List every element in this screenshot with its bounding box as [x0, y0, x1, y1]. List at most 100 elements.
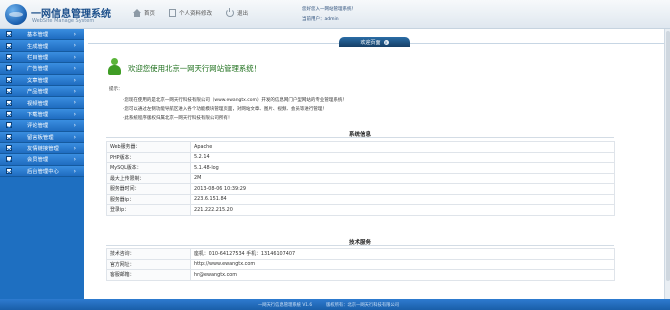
checkbox-icon	[6, 65, 12, 72]
footer: 一网天行信息管理系统 V1.6 版权所有：北京一网天行科技有限公司	[0, 299, 670, 310]
tip-item: ·您可以通过左侧功能导航区进入各个功能模块管理页面，对网站文章、图片、视频、会员…	[123, 107, 327, 112]
logo-icon	[5, 4, 27, 25]
chevron-right-icon: ›	[73, 144, 76, 152]
table-value: 2M	[190, 172, 615, 184]
checkbox-icon	[6, 88, 12, 95]
power-icon	[226, 8, 234, 17]
tips-label: 提示：	[109, 87, 123, 92]
checkbox-icon	[6, 99, 12, 106]
sidebar-item-downloads[interactable]: 下载管理 ›	[0, 108, 84, 121]
table-row: 最大上传限制： 2M	[106, 172, 615, 184]
chevron-right-icon: ›	[73, 42, 76, 50]
nav-logout-link[interactable]: 退出	[226, 8, 249, 17]
nav-home-link[interactable]: 首页	[133, 9, 155, 17]
sidebar-item-members[interactable]: 会员管理 ›	[0, 154, 84, 166]
table-key: 服务器ip：	[106, 193, 191, 205]
sidebar-item-links[interactable]: 友情链接管理 ›	[0, 142, 84, 155]
chevron-right-icon: ›	[73, 156, 76, 164]
checkbox-icon	[6, 76, 12, 83]
tab-welcome-label: 欢迎页面	[360, 39, 381, 46]
sidebar-item-generate[interactable]: 生成管理 ›	[0, 40, 84, 52]
table-key: 技术咨询：	[106, 248, 191, 260]
close-icon[interactable]: ×	[383, 39, 389, 45]
nav-logout-label: 退出	[237, 11, 249, 17]
table-key: PHP版本：	[106, 151, 191, 163]
nav-profile-link[interactable]: 个人资料修改	[169, 9, 212, 17]
sidebar-item-columns[interactable]: 栏目管理 ›	[0, 51, 84, 64]
sidebar-item-admin-center[interactable]: 后台管理中心 ›	[0, 165, 84, 178]
table-row: PHP版本： 5.2.14	[106, 151, 615, 163]
table-value: 223.6.151.84	[190, 193, 615, 205]
checkbox-icon	[6, 122, 12, 129]
table-value: 2013-08-06 10:39:29	[190, 183, 615, 195]
table-row: 官方网址： http://www.ewangtx.com	[106, 258, 615, 270]
sidebar-item-ads[interactable]: 广告管理 ›	[0, 63, 84, 75]
chevron-right-icon: ›	[73, 76, 76, 84]
sidebar-item-basic[interactable]: 基本管理 ›	[0, 29, 84, 41]
table-value: 5.1.48-log	[190, 162, 615, 174]
table-key: Web服务器：	[106, 141, 191, 153]
table-row: 服务器时间： 2013-08-06 10:39:29	[106, 183, 615, 195]
sidebar-item-videos[interactable]: 视频管理 ›	[0, 97, 84, 109]
tech-support-table: 技术咨询： 座机：010-64127534 手机：13146107407 官方网址…	[106, 248, 615, 281]
footer-version-text: 一网天行信息管理系统 V1.6	[258, 303, 313, 308]
checkbox-icon	[6, 31, 12, 38]
nav-home-label: 首页	[144, 11, 156, 17]
table-row: MySQL版本： 5.1.48-log	[106, 162, 615, 174]
tips-list: ·您现在使用的是北京一网天行科技有限公司（www.ewangtx.com）开发的…	[123, 96, 347, 123]
chevron-right-icon: ›	[73, 87, 76, 95]
table-value: 座机：010-64127534 手机：13146107407	[190, 248, 615, 260]
user-icon	[106, 58, 123, 77]
checkbox-icon	[6, 145, 12, 152]
sidebar: 基本管理 › 生成管理 › 栏目管理 › 广告管理 › 文章管理 › 产品管理 › 视频管理…	[0, 29, 84, 299]
tip-item: ·您现在使用的是北京一网天行科技有限公司（www.ewangtx.com）开发的…	[123, 98, 347, 103]
system-info-title: 系统信息	[106, 130, 614, 138]
tab-welcome[interactable]: 欢迎页面 ×	[339, 37, 410, 47]
checkbox-icon	[6, 133, 12, 140]
tech-support-title: 技术服务	[106, 238, 614, 246]
table-key: MySQL版本：	[106, 162, 191, 174]
sidebar-item-articles[interactable]: 文章管理 ›	[0, 74, 84, 86]
tip-item: ·此系统程序版权归属北京一网天行科技有限公司所有！	[123, 116, 233, 121]
sidebar-item-comments[interactable]: 评论管理 ›	[0, 120, 84, 132]
system-info-table: Web服务器： Apache PHP版本： 5.2.14 MySQL版本： 5.1.4…	[106, 141, 615, 216]
table-value: Apache	[190, 141, 615, 153]
checkbox-icon	[6, 167, 12, 174]
chevron-right-icon: ›	[73, 133, 76, 141]
table-value: 5.2.14	[190, 151, 615, 163]
document-icon	[169, 9, 176, 17]
main-content: 欢迎页面 × 欢迎您使用北京一网天行网站管理系统！ 提示： ·您现在使用的是北京…	[88, 29, 664, 299]
sidebar-item-guestbook[interactable]: 留言板管理 ›	[0, 131, 84, 143]
table-key: 官方网址：	[106, 258, 191, 270]
chevron-right-icon: ›	[73, 99, 76, 107]
table-row: Web服务器： Apache	[106, 141, 615, 153]
checkbox-icon	[6, 110, 12, 117]
header-welcome-text: 您好您入一网站管理系统！	[302, 7, 356, 12]
table-key: 最大上传限制：	[106, 172, 191, 184]
chevron-right-icon: ›	[73, 122, 76, 130]
table-key: 登录ip：	[106, 204, 191, 216]
sidebar-item-products[interactable]: 产品管理 ›	[0, 85, 84, 98]
table-value: 221.222.215.20	[190, 204, 615, 216]
chevron-right-icon: ›	[73, 167, 76, 175]
welcome-title: 欢迎您使用北京一网天行网站管理系统！	[128, 64, 262, 73]
table-key: 服务器时间：	[106, 183, 191, 195]
chevron-right-icon: ›	[73, 65, 76, 73]
footer-copyright-text: 版权所有：北京一网天行科技有限公司	[326, 303, 400, 308]
current-user-text: 当前用户：admin	[302, 17, 339, 22]
table-row: 登录ip： 221.222.215.20	[106, 204, 615, 216]
table-key: 客服邮箱：	[106, 269, 191, 281]
chevron-right-icon: ›	[73, 110, 76, 118]
table-row: 服务器ip： 223.6.151.84	[106, 193, 615, 205]
table-value[interactable]: http://www.ewangtx.com	[190, 258, 615, 270]
app-subtitle: WebSite Manage System	[32, 18, 95, 24]
table-value[interactable]: hr@ewangtx.com	[190, 269, 615, 281]
table-row: 客服邮箱： hr@ewangtx.com	[106, 269, 615, 281]
checkbox-icon	[6, 156, 12, 163]
scrollbar-thumb[interactable]	[666, 31, 670, 281]
header: 一网信息管理系统 WebSite Manage System 首页 个人资料修改…	[0, 0, 670, 29]
nav-profile-label: 个人资料修改	[179, 11, 213, 17]
scrollbar[interactable]	[664, 29, 670, 299]
chevron-right-icon: ›	[73, 31, 76, 38]
chevron-right-icon: ›	[73, 53, 76, 61]
